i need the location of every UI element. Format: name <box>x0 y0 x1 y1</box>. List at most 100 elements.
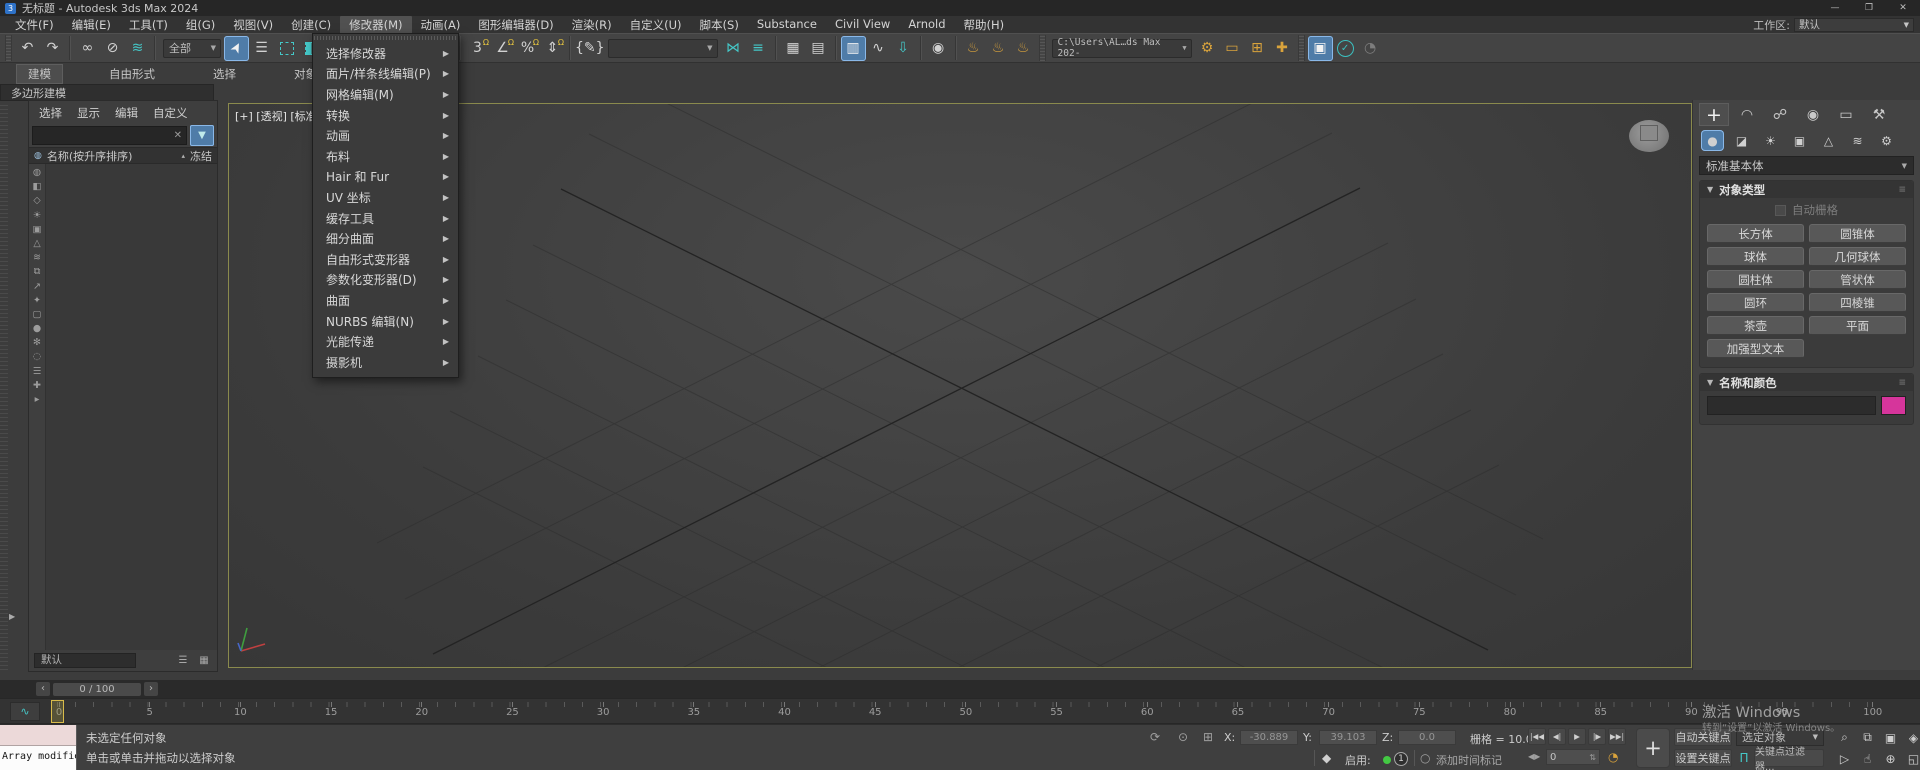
toolbar-grip[interactable] <box>5 35 12 61</box>
toggle-layer-explorer-icon[interactable]: ▤ <box>806 36 831 61</box>
display-hidden-icon[interactable]: ◌ <box>33 351 41 362</box>
set-keys-button[interactable]: + <box>1636 728 1670 768</box>
z-coordinate-field[interactable]: 0.0 <box>1398 730 1456 745</box>
viewcube[interactable] <box>1627 116 1671 156</box>
snaps-toggle-3d-icon[interactable]: 3 Ω <box>465 36 490 61</box>
toolbar-separator[interactable] <box>154 36 156 60</box>
primitive-category-dropdown[interactable]: 标准基本体 ▼ <box>1699 156 1914 175</box>
explorer-menu-item[interactable]: 自定义 <box>153 105 188 121</box>
pan-icon[interactable]: ☝ <box>1857 749 1878 768</box>
select-all-icon[interactable]: ◍ <box>33 167 41 178</box>
maximize-viewport-icon[interactable]: ◱ <box>1903 749 1920 768</box>
toolbar-separator[interactable] <box>69 36 71 60</box>
close-button[interactable]: ✕ <box>1886 0 1920 16</box>
time-slider-handle[interactable] <box>51 700 64 723</box>
menu-item[interactable]: Civil View <box>826 16 899 34</box>
modifiers-menu-item[interactable]: 摄影机 ▶ <box>313 352 458 373</box>
percent-snap-icon[interactable]: % Ω <box>515 36 540 61</box>
explorer-column-header[interactable]: ◍ 名称(按升序排序) ▴ 冻结 <box>29 147 217 164</box>
left-dock-grip[interactable] <box>0 103 8 670</box>
viewport-label[interactable]: [+] [透视] [标准] <box>235 108 321 124</box>
angle-snap-icon[interactable]: ∠ Ω <box>490 36 515 61</box>
frame-range-display[interactable]: 0 / 100 <box>53 682 141 696</box>
filter-icon[interactable]: ▼ <box>190 125 214 146</box>
schematic-view-icon[interactable]: ⇩ <box>891 36 916 61</box>
default-tangent-icon[interactable]: Π <box>1736 749 1752 767</box>
toggle-ribbon-icon[interactable]: ▥ <box>840 35 866 61</box>
select-object-button[interactable]: ➤ <box>224 35 249 61</box>
toolbar-separator[interactable] <box>834 36 837 60</box>
menu-item[interactable]: 编辑(E) <box>63 16 120 34</box>
modifiers-menu-item[interactable]: 面片/样条线编辑(P) ▶ <box>313 64 458 85</box>
zoom-region-icon[interactable]: ▷ <box>1834 749 1855 768</box>
object-type-button[interactable]: 圆锥体 <box>1809 224 1906 243</box>
display-geometry-icon[interactable]: ◧ <box>33 181 42 192</box>
toolbar-separator[interactable] <box>774 36 777 60</box>
display-materials-icon[interactable]: ● <box>33 323 41 334</box>
new-project-folder-icon[interactable]: ✚ <box>1270 36 1295 61</box>
orbit-icon[interactable]: ⊕ <box>1880 749 1901 768</box>
display-xrefs-icon[interactable]: ↗ <box>33 281 41 292</box>
key-mode-toggle-icon[interactable]: ◔ <box>1608 750 1618 764</box>
listener-script-pane[interactable]: Array modifier : <box>0 746 76 770</box>
modifiers-menu-item[interactable]: 曲面 ▶ <box>313 290 458 311</box>
zoom-all-icon[interactable]: ⧉ <box>1857 728 1878 747</box>
modifiers-menu-item[interactable]: 选择修改器 ▶ <box>313 43 458 64</box>
expand-rail-icon[interactable]: ▶ <box>9 612 15 621</box>
object-type-button[interactable]: 圆环 <box>1707 293 1804 312</box>
category-spacewarps-icon[interactable]: ≋ <box>1846 130 1869 151</box>
modifiers-menu-item[interactable]: 光能传递 ▶ <box>313 331 458 352</box>
zoom-extents-icon[interactable]: ▣ <box>1880 728 1901 747</box>
menu-item[interactable]: 视图(V) <box>224 16 282 34</box>
display-lights-icon[interactable]: ☀ <box>33 210 42 221</box>
named-selection-sets-dropdown[interactable]: ▼ <box>607 38 718 58</box>
category-shapes-icon[interactable]: ◪ <box>1730 130 1753 151</box>
ribbon-tab[interactable]: 自由形式 <box>97 64 167 84</box>
mirror-icon[interactable]: ⋈ <box>721 36 746 61</box>
layer-grid-icon[interactable]: ▦ <box>196 653 212 668</box>
next-range-button[interactable]: › <box>144 682 158 696</box>
spinner-icon[interactable]: ⇅ <box>1589 753 1596 762</box>
project-settings-folder-icon[interactable]: ⚙ <box>1195 36 1220 61</box>
x-coordinate-field[interactable]: -30.889 <box>1240 730 1298 745</box>
zoom-all-extents-icon[interactable]: ◈ <box>1903 728 1920 747</box>
clear-search-icon[interactable]: ✕ <box>174 130 182 141</box>
explorer-menu-item[interactable]: 显示 <box>77 105 100 121</box>
modifiers-menu-item[interactable]: Hair 和 Fur ▶ <box>313 167 458 188</box>
go-to-end-button[interactable]: ▶▶| <box>1608 728 1626 745</box>
layer-list-icon[interactable]: ☰ <box>175 653 191 668</box>
select-by-name-button[interactable]: ☰ <box>249 36 274 61</box>
object-type-button[interactable]: 球体 <box>1707 247 1804 266</box>
object-name-input[interactable] <box>1707 396 1876 415</box>
display-bones-icon[interactable]: ✦ <box>33 295 41 306</box>
object-color-swatch[interactable] <box>1881 396 1906 415</box>
toolbar-separator[interactable] <box>459 36 461 60</box>
category-cameras-icon[interactable]: ▣ <box>1788 130 1811 151</box>
modifiers-menu-item[interactable]: 参数化变形器(D) ▶ <box>313 270 458 291</box>
modifiers-menu-item[interactable]: 细分曲面 ▶ <box>313 228 458 249</box>
open-project-folder-icon[interactable]: ▭ <box>1220 36 1245 61</box>
toolbar-grip[interactable] <box>1038 35 1046 61</box>
menu-item[interactable]: Substance <box>748 16 826 34</box>
rendered-frame-window-icon[interactable]: ♨ <box>986 36 1011 61</box>
tab-motion[interactable]: ◉ <box>1798 103 1828 126</box>
y-coordinate-field[interactable]: 39.103 <box>1319 730 1377 745</box>
selection-filter-dropdown[interactable]: 全部 ▼ <box>163 38 221 58</box>
previous-frame-button[interactable]: ◀| <box>1548 728 1566 745</box>
object-type-rollout-header[interactable]: ▼ 对象类型 ≡ <box>1700 181 1913 198</box>
modifiers-menu-item[interactable]: 转换 ▶ <box>313 105 458 126</box>
next-frame-button[interactable]: |▶ <box>1588 728 1606 745</box>
expand-strip-icon[interactable]: ▸ <box>35 394 40 405</box>
scene-health-check-icon[interactable]: ✓ <box>1333 36 1358 61</box>
isolate-selection-icon[interactable]: ⟳ <box>1150 730 1160 744</box>
time-ruler[interactable]: ∿ 0 5 10 15 20 25 30 35 40 45 50 55 60 65 70 75 80 85 90 95… <box>0 698 1920 724</box>
tab-create[interactable]: + <box>1699 103 1729 126</box>
key-filters-button[interactable]: 关键点过滤器... <box>1754 747 1824 770</box>
object-type-button[interactable]: 长方体 <box>1707 224 1804 243</box>
display-spacewarps-icon[interactable]: ≋ <box>33 252 41 263</box>
rectangular-selection-region-button[interactable] <box>274 36 299 61</box>
search-input[interactable]: ✕ <box>32 126 187 145</box>
mini-curve-editor-button[interactable]: ∿ <box>10 702 40 721</box>
toggle-scene-explorer-icon[interactable]: ▦ <box>781 36 806 61</box>
modifiers-menu-item[interactable]: 网格编辑(M) ▶ <box>313 84 458 105</box>
